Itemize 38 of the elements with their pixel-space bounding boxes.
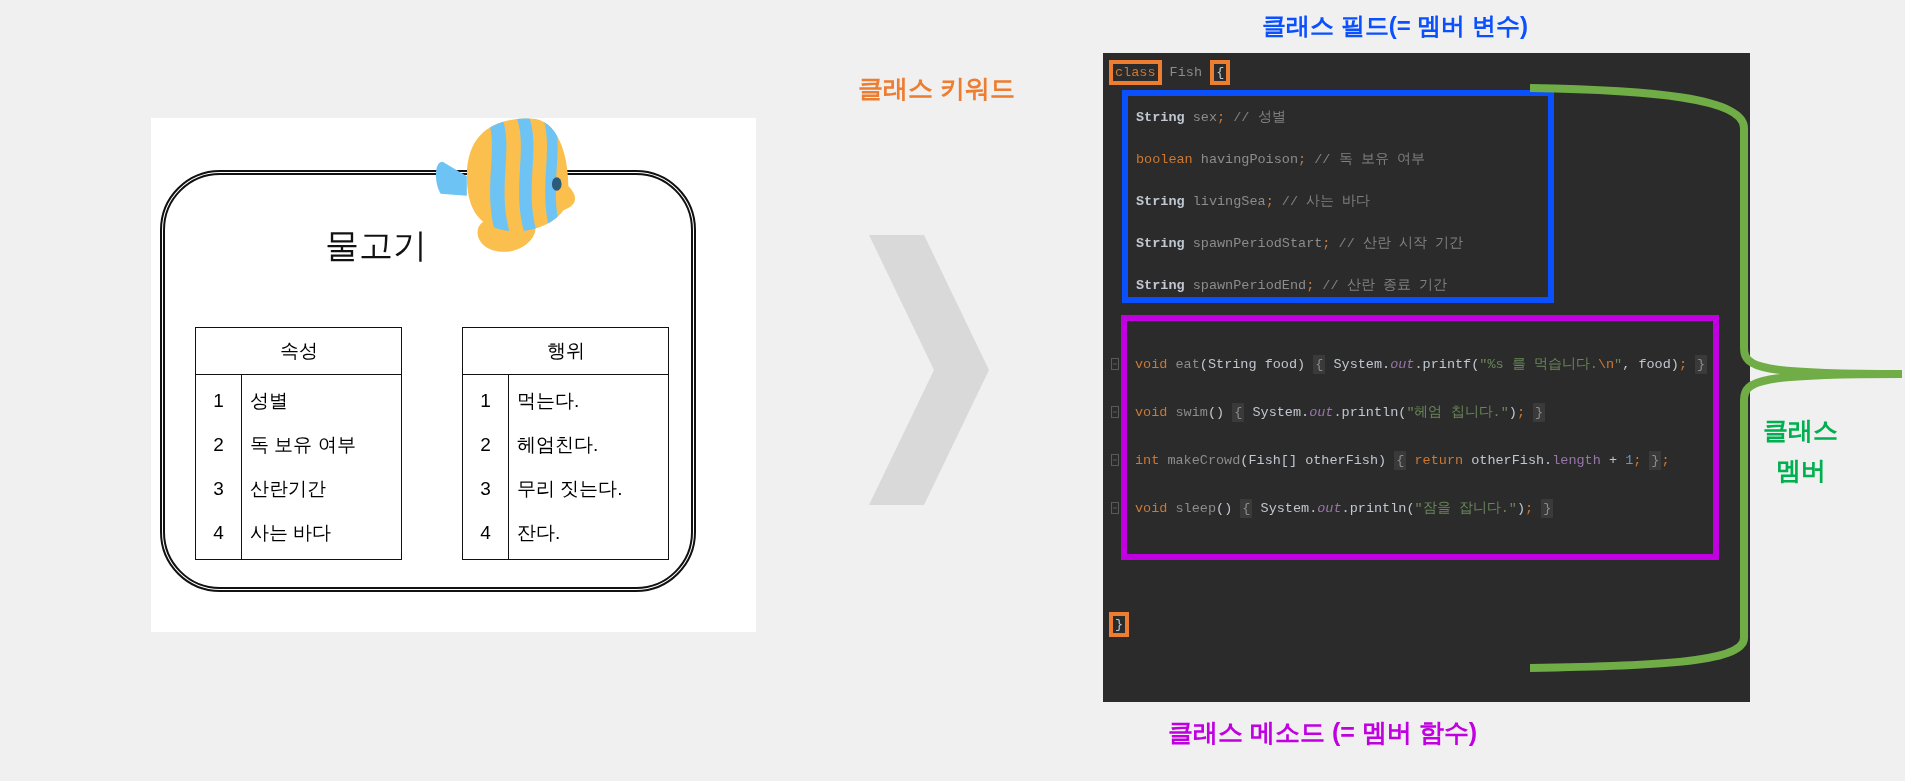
table-cell-text: 먹는다. [517, 389, 581, 413]
row-number: 1 [479, 389, 492, 413]
code-line: void sleep() { System.out.println("잠을 잡니다."); } [1135, 497, 1554, 520]
row-number: 4 [479, 521, 492, 545]
code-line: void swim() { System.out.println("헤엄 칩니다."); } [1135, 401, 1546, 424]
fold-marker-icon[interactable] [1111, 358, 1119, 370]
annotation-label: 클래스 메소드 (= 멤버 함수) [1168, 717, 1479, 748]
code-line: String livingSea; // 사는 바다 [1136, 192, 1371, 211]
row-number: 3 [479, 477, 492, 501]
fold-marker-icon[interactable] [1111, 502, 1119, 514]
table-cell-text: 성별 [250, 389, 289, 413]
annotation-label: 멤버 [1774, 455, 1827, 486]
row-number: 1 [212, 389, 225, 413]
table-cell-text: 잔다. [517, 521, 562, 545]
annotation-label: 클래스 키워드 [858, 73, 1015, 104]
code-line: String spawnPeriodStart; // 산란 시작 기간 [1136, 234, 1464, 253]
code-line: int makeCrowd(Fish[] otherFish) { return otherFish.length + 1; }; [1135, 449, 1670, 472]
table-cell-text: 산란기간 [250, 477, 327, 501]
row-number: 2 [479, 433, 492, 457]
annotation-label: 클래스 [1763, 415, 1838, 446]
code-line: void eat(String food) { System.out.printf("%s 를 먹습니다.\n", food); } [1135, 353, 1708, 376]
annotation-label: 클래스 필드(= 멤버 변수) [1262, 11, 1529, 41]
table-cell-text: 사는 바다 [250, 521, 333, 545]
table-cell-text: 독 보유 여부 [250, 433, 357, 457]
fold-marker-icon[interactable] [1111, 454, 1119, 466]
code-line: String sex; // 성별 [1136, 108, 1286, 127]
code-line: boolean havingPoison; // 독 보유 여부 [1136, 150, 1425, 169]
table-cell-text: 무리 짓는다. [517, 477, 624, 501]
table-heading: 행위 [463, 328, 668, 375]
row-number: 2 [212, 433, 225, 457]
row-number: 4 [212, 521, 225, 545]
fold-marker-icon[interactable] [1111, 406, 1119, 418]
code-line: String spawnPeriodEnd; // 산란 종료 기간 [1136, 276, 1447, 295]
table-cell-text: 헤엄친다. [517, 433, 600, 457]
diagram-title: 물고기 [323, 225, 428, 266]
table-heading: 속성 [196, 328, 401, 375]
code-line: class Fish { [1109, 57, 1231, 87]
row-number: 3 [212, 477, 225, 501]
